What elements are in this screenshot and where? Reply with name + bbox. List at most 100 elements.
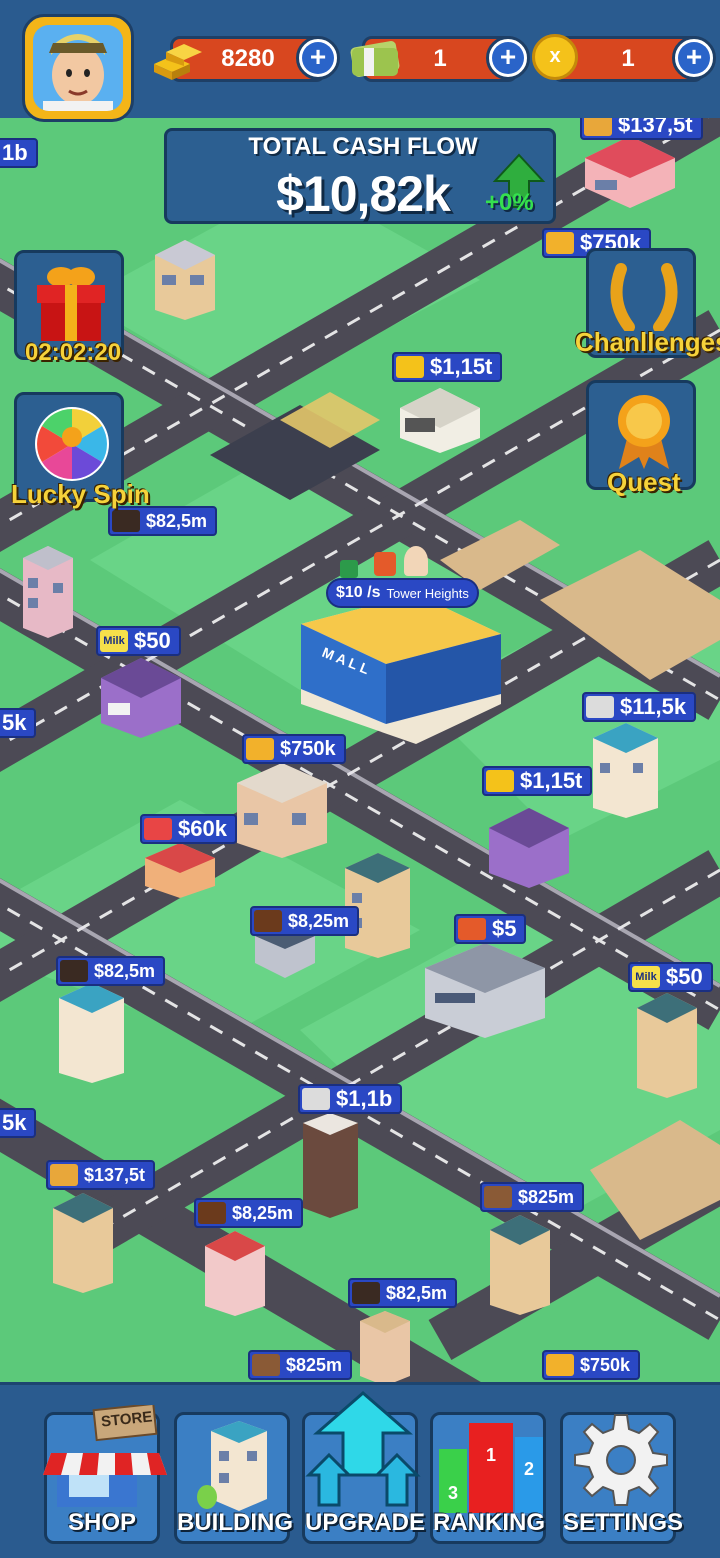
- building-bottom-center[interactable]: [355, 1306, 415, 1382]
- building-right-tower[interactable]: [632, 988, 702, 1098]
- chocolate-icon: [484, 1186, 512, 1208]
- juice-icon: [374, 552, 396, 576]
- building-icon: [197, 1417, 273, 1513]
- coffee-bag-icon: [352, 1282, 380, 1304]
- cash-stack-icon: [348, 34, 402, 82]
- lucky-spin-button[interactable]: Lucky Spin: [11, 392, 150, 509]
- multiplier-coin-icon: x: [532, 34, 578, 80]
- price-tag[interactable]: $8,25m: [250, 906, 360, 936]
- lucky-spin-label: Lucky Spin: [11, 479, 150, 509]
- store-icon: STORE: [43, 1402, 169, 1515]
- edge-tag-mid-left[interactable]: 5k: [0, 708, 37, 738]
- building-bottom-left[interactable]: [48, 1188, 118, 1293]
- building-red-shop[interactable]: [140, 838, 220, 898]
- cheese-icon: [546, 1354, 574, 1376]
- milk-icon: Milk: [100, 630, 128, 652]
- gold-bars-icon: [150, 34, 206, 82]
- edge-tag-bottom-left[interactable]: 5k: [0, 1108, 37, 1138]
- price-tag[interactable]: $750k: [242, 734, 346, 764]
- settings-label: SETTINGS: [563, 1509, 684, 1536]
- add-cash-button[interactable]: +: [486, 36, 530, 80]
- barrel-icon: [254, 910, 282, 932]
- price-tag[interactable]: $137,5t: [46, 1160, 156, 1190]
- building-button[interactable]: BUILDING: [174, 1412, 293, 1544]
- price-tag[interactable]: $1,15t: [482, 766, 593, 796]
- ranking-button[interactable]: 3 1 2 RANKING: [430, 1412, 546, 1544]
- building-bottom-right[interactable]: [485, 1210, 555, 1315]
- price-tag[interactable]: $1,1b: [298, 1084, 403, 1114]
- podium-first: 1: [469, 1423, 513, 1513]
- add-multiplier-button[interactable]: +: [672, 36, 716, 80]
- manager-icon[interactable]: [404, 546, 428, 576]
- building-bottom-red[interactable]: [200, 1226, 270, 1316]
- building-purple-store[interactable]: [96, 648, 186, 738]
- price-tag[interactable]: $825m: [248, 1350, 353, 1380]
- daily-gift-button[interactable]: 02:02:20: [14, 250, 124, 366]
- edge-tag-top-left[interactable]: 1b: [0, 138, 38, 168]
- cheese-icon: [546, 232, 574, 254]
- coffee-bag-icon: [112, 510, 140, 532]
- ticket-icon: [396, 356, 424, 378]
- building-school[interactable]: [395, 383, 485, 453]
- coffee-bag-icon: [60, 960, 88, 982]
- plus-icon: +: [492, 42, 524, 74]
- building-brown-tower[interactable]: [298, 1108, 363, 1218]
- medal-ribbon-icon: [609, 391, 679, 471]
- spin-wheel-icon: [33, 405, 111, 483]
- building-teal-tower[interactable]: [340, 848, 415, 958]
- podium-second: 2: [515, 1437, 543, 1513]
- mall-building[interactable]: M A L L: [296, 594, 506, 744]
- shop-label: SHOP: [67, 1509, 136, 1536]
- player-avatar[interactable]: [22, 14, 134, 122]
- building-grey-office[interactable]: [420, 938, 550, 1038]
- add-gold-button[interactable]: +: [296, 36, 340, 80]
- price-tag[interactable]: $82,5m: [56, 956, 166, 986]
- upgrade-arrows-icon: [305, 1389, 421, 1515]
- building-teal-cafe[interactable]: [588, 718, 663, 818]
- cheese-icon: [246, 738, 274, 760]
- chocolate-icon: [252, 1354, 280, 1376]
- podium-third: 3: [439, 1449, 467, 1513]
- shop-button[interactable]: STORE SHOP: [43, 1402, 167, 1544]
- building-purple-shop[interactable]: [484, 798, 574, 888]
- building-apartment-left[interactable]: [18, 538, 78, 638]
- price-tag[interactable]: $750k: [542, 1350, 641, 1380]
- building-house[interactable]: [150, 230, 220, 320]
- ticket-icon: [486, 770, 514, 792]
- building-shop-pink[interactable]: [580, 128, 680, 208]
- building-cafe-left[interactable]: [54, 978, 129, 1083]
- price-tag[interactable]: $82,5m: [348, 1278, 458, 1308]
- mall-rate-bubble[interactable]: $10 /s Tower Heights: [326, 578, 479, 608]
- gift-timer: 02:02:20: [25, 339, 122, 366]
- quest-button[interactable]: Quest: [586, 380, 696, 497]
- building-label: BUILDING: [177, 1509, 293, 1536]
- paper-icon: [302, 1088, 330, 1110]
- price-tag[interactable]: $825m: [480, 1182, 585, 1212]
- challenges-button[interactable]: Chanllenges: [575, 248, 720, 358]
- building-beige-cafe[interactable]: [232, 758, 332, 858]
- milk-icon: Milk: [632, 966, 660, 988]
- upgrade-label: UPGRADE: [305, 1509, 426, 1536]
- laurel-wreath-icon: [607, 261, 681, 333]
- price-tag[interactable]: $8,25m: [194, 1198, 304, 1228]
- upgrade-button[interactable]: UPGRADE: [302, 1391, 426, 1544]
- gift-box-icon: [31, 263, 111, 343]
- price-tag[interactable]: $82,5m: [108, 506, 218, 536]
- gear-icon: [571, 1409, 671, 1509]
- price-tag[interactable]: $5: [454, 914, 527, 944]
- newspaper-icon: [586, 696, 614, 718]
- challenges-label: Chanllenges: [575, 327, 720, 357]
- price-tag[interactable]: Milk $50: [96, 626, 181, 656]
- price-tag[interactable]: Milk $50: [628, 962, 713, 992]
- quest-label: Quest: [607, 467, 681, 497]
- podium-icon: 3 1 2: [439, 1423, 543, 1513]
- level-up-icon: [340, 560, 358, 578]
- plus-icon: +: [302, 42, 334, 74]
- bread-icon: [50, 1164, 78, 1186]
- price-tag[interactable]: $60k: [140, 814, 237, 844]
- mall-rate: $10 /s: [336, 584, 381, 601]
- price-tag[interactable]: $11,5k: [582, 692, 697, 722]
- price-tag[interactable]: $1,15t: [392, 352, 503, 382]
- total-cash-flow-panel: TOTAL CASH FLOW $10,82k +0%: [164, 128, 556, 224]
- settings-button[interactable]: SETTINGS: [560, 1409, 684, 1544]
